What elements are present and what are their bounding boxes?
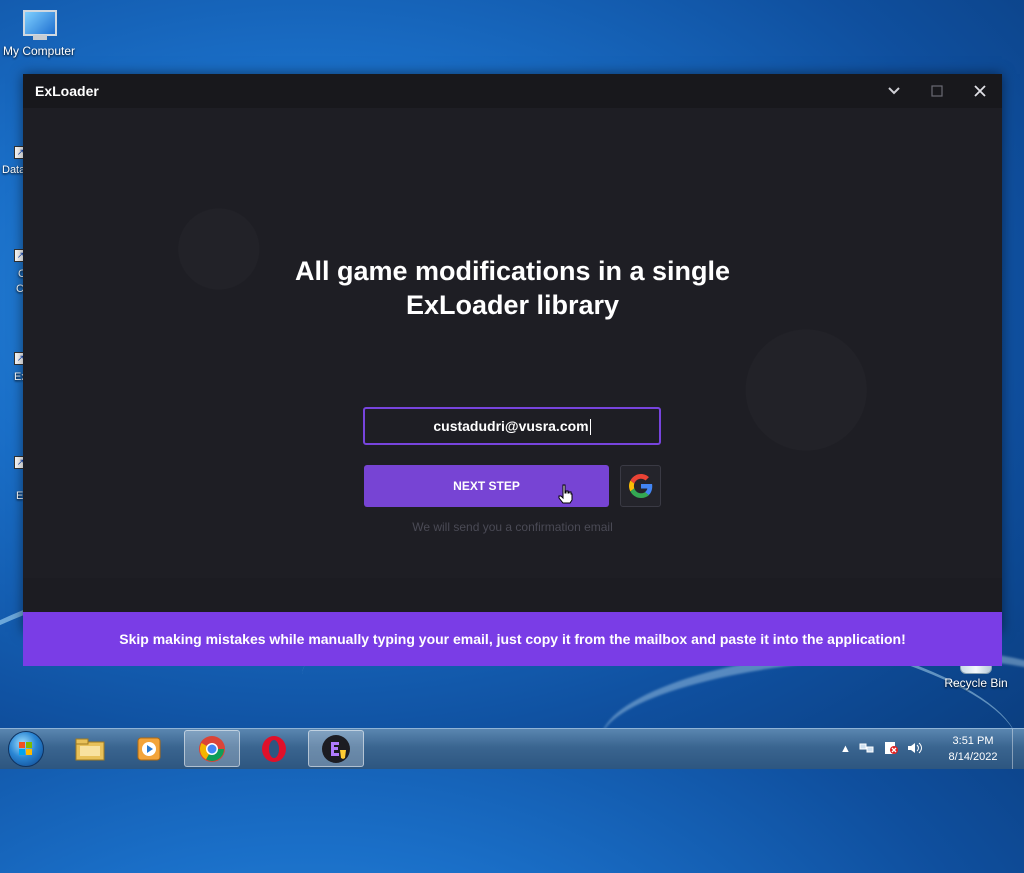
computer-icon <box>19 8 59 42</box>
maximize-button[interactable] <box>916 74 958 108</box>
exloader-icon <box>322 734 350 763</box>
close-button[interactable] <box>959 74 1001 108</box>
tip-banner: Skip making mistakes while manually typi… <box>23 612 1002 666</box>
action-center-icon[interactable] <box>883 741 899 758</box>
text-caret <box>589 419 591 436</box>
clock[interactable]: 3:51 PM 8/14/2022 <box>938 733 1008 765</box>
folder-icon <box>75 738 105 760</box>
taskbar-media-player-button[interactable] <box>122 730 178 767</box>
show-hidden-icons-icon[interactable]: ▲ <box>840 743 851 755</box>
confirmation-hint: We will send you a confirmation email <box>412 520 613 534</box>
opera-icon <box>262 735 286 762</box>
hand-cursor-icon <box>558 484 573 504</box>
google-signin-button[interactable] <box>620 465 661 507</box>
email-value: custadudri@vusra.com <box>433 418 589 434</box>
google-icon <box>628 474 652 498</box>
headline-line-2: ExLoader library <box>405 290 620 320</box>
taskbar-opera-button[interactable] <box>246 730 302 767</box>
volume-icon[interactable] <box>907 741 923 758</box>
desktop-icon-label: My Computer <box>2 44 76 58</box>
close-icon <box>974 85 986 97</box>
maximize-icon <box>931 85 943 97</box>
start-button[interactable] <box>4 730 48 768</box>
network-icon[interactable] <box>859 741 875 758</box>
page-title: All game modifications in a single ExLoa… <box>23 254 1002 322</box>
desktop-icon-label[interactable]: Data <box>2 164 25 176</box>
taskbar: ▲ 3:51 PM 8/14/2022 <box>0 728 1024 769</box>
chevron-down-icon <box>888 87 900 95</box>
title-bar[interactable]: ExLoader <box>23 74 1002 108</box>
email-field[interactable]: custadudri@vusra.com <box>363 407 661 445</box>
minimize-button[interactable] <box>873 74 915 108</box>
show-desktop-button[interactable] <box>1012 729 1024 769</box>
clock-time: 3:51 PM <box>952 735 994 747</box>
window-title: ExLoader <box>35 83 99 99</box>
windows-logo-icon <box>8 731 44 767</box>
desktop-icon-my-computer[interactable]: My Computer <box>0 8 78 58</box>
exloader-window: ExLoader All game modifications in a sin… <box>23 74 1002 666</box>
media-player-icon <box>137 737 161 760</box>
chrome-icon <box>199 735 225 762</box>
headline-line-1: All game modifications in a single <box>294 256 731 286</box>
clock-date: 8/14/2022 <box>948 751 998 763</box>
login-panel: All game modifications in a single ExLoa… <box>23 108 1002 666</box>
taskbar-chrome-button[interactable] <box>184 730 240 767</box>
desktop-icon-label: Recycle Bin <box>944 676 1008 690</box>
taskbar-exloader-button[interactable] <box>308 730 364 767</box>
taskbar-explorer-button[interactable] <box>62 730 118 767</box>
system-tray: ▲ <box>840 729 931 769</box>
